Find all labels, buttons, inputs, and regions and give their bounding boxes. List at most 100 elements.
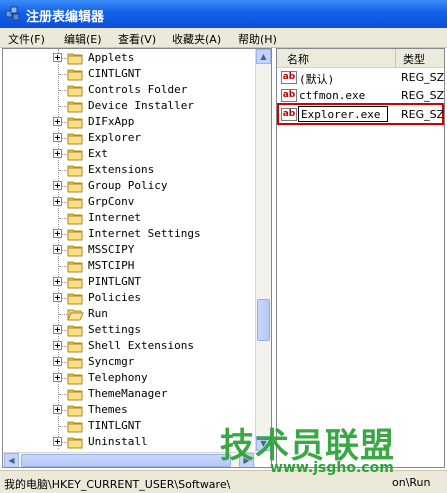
tree-item[interactable]: Extensions <box>3 162 253 178</box>
folder-icon <box>67 325 83 337</box>
tree-item[interactable]: Themes <box>3 402 253 418</box>
tree-item-label: Uninstall <box>88 435 148 448</box>
tree-vertical-scrollbar[interactable]: ▲ ▼ <box>255 49 271 452</box>
tree-item[interactable]: Group Policy <box>3 178 253 194</box>
tree-item[interactable]: Device Installer <box>3 98 253 114</box>
tree-item-label: PINTLGNT <box>88 275 141 288</box>
scroll-left-button[interactable]: ◀ <box>4 453 19 467</box>
column-type-header[interactable]: 类型 <box>403 51 425 67</box>
tree-item[interactable]: Settings <box>3 322 253 338</box>
values-list-pane[interactable]: 名称 类型 ab (默认) REG_SZ ab ctfmon.exe REG_S… <box>276 48 445 468</box>
tree-item[interactable]: Applets <box>3 50 253 66</box>
tree-connector <box>59 218 67 219</box>
expand-plus-icon[interactable] <box>53 245 62 254</box>
tree-item[interactable]: Controls Folder <box>3 82 253 98</box>
tree-item[interactable]: Explorer <box>3 130 253 146</box>
title-bar[interactable]: 注册表编辑器 <box>0 0 447 28</box>
expand-plus-icon[interactable] <box>53 53 62 62</box>
tree-item[interactable]: ThemeManager <box>3 386 253 402</box>
value-name: (默认) <box>299 73 335 86</box>
list-item[interactable]: ab ctfmon.exe REG_SZ <box>277 87 445 104</box>
tree-item-label: Run <box>88 307 108 320</box>
tree-item-label: GrpConv <box>88 195 135 208</box>
tree-item[interactable]: CINTLGNT <box>3 66 253 82</box>
tree-item[interactable]: PINTLGNT <box>3 274 253 290</box>
expand-plus-icon[interactable] <box>53 181 62 190</box>
tree-connector <box>59 394 67 395</box>
menu-favorites[interactable]: 收藏夹(A) <box>172 31 221 47</box>
value-type: REG_SZ <box>401 108 445 121</box>
tree-item[interactable]: TINTLGNT <box>3 418 253 434</box>
string-value-icon: ab <box>281 108 297 121</box>
tree-horizontal-scroll-thumb[interactable] <box>21 454 231 467</box>
folder-icon <box>67 149 83 161</box>
tree-item-label: Settings <box>88 323 141 336</box>
expand-plus-icon[interactable] <box>53 133 62 142</box>
expand-plus-icon[interactable] <box>53 277 62 286</box>
tree-item[interactable]: Shell Extensions <box>3 338 253 354</box>
tree-item[interactable]: Uninstall <box>3 434 253 450</box>
folder-icon <box>67 165 83 177</box>
tree-item[interactable]: Policies <box>3 290 253 306</box>
folder-icon <box>67 117 83 129</box>
tree-connector <box>59 314 67 315</box>
tree-item[interactable]: MSSCIPY <box>3 242 253 258</box>
tree-connector <box>59 266 67 267</box>
tree-item[interactable]: Run <box>3 306 253 322</box>
folder-icon <box>67 101 83 113</box>
tree-item-label: Explorer <box>88 131 141 144</box>
key-tree-pane[interactable]: Applets CINTLGNT Controls Folder Device Ins… <box>2 48 272 468</box>
tree-item-label: Extensions <box>88 163 155 176</box>
expand-plus-icon[interactable] <box>53 229 62 238</box>
menu-help[interactable]: 帮助(H) <box>238 31 277 47</box>
expand-plus-icon[interactable] <box>53 341 62 350</box>
status-path: 我的电脑\HKEY_CURRENT_USER\Software\ <box>4 478 231 491</box>
folder-icon <box>67 229 83 241</box>
expand-plus-icon[interactable] <box>53 373 62 382</box>
expand-plus-icon[interactable] <box>53 117 62 126</box>
folder-icon <box>67 53 83 65</box>
tree-connector <box>59 74 67 75</box>
tree-item[interactable]: MSTCIPH <box>3 258 253 274</box>
folder-icon <box>67 261 83 273</box>
tree-item[interactable]: Internet Settings <box>3 226 253 242</box>
open-folder-icon <box>67 309 84 321</box>
tree-item-label: Themes <box>88 403 128 416</box>
tree-item-label: Shell Extensions <box>88 339 194 352</box>
tree-item-label: ThemeManager <box>88 387 168 400</box>
tree-item[interactable]: DIFxApp <box>3 114 253 130</box>
menu-file[interactable]: 文件(F) <box>8 31 45 47</box>
list-item[interactable]: ab (默认) REG_SZ <box>277 69 445 86</box>
tree-item-label: MSTCIPH <box>88 259 135 272</box>
folder-icon <box>67 341 83 353</box>
tree-item-label: DIFxApp <box>88 115 135 128</box>
tree-vertical-scroll-thumb[interactable] <box>257 299 270 341</box>
tree-item[interactable]: GrpConv <box>3 194 253 210</box>
menu-view[interactable]: 查看(V) <box>118 31 156 47</box>
menu-edit[interactable]: 编辑(E) <box>64 31 102 47</box>
folder-icon <box>67 245 83 257</box>
expand-plus-icon[interactable] <box>53 325 62 334</box>
expand-plus-icon[interactable] <box>53 437 62 446</box>
list-item-editing[interactable]: ab Explorer.exe REG_SZ <box>277 106 445 123</box>
tree-item[interactable]: Internet <box>3 210 253 226</box>
tree-item-label: Applets <box>88 51 135 64</box>
string-value-icon: ab <box>281 71 297 84</box>
tree-horizontal-scrollbar[interactable]: ◀ ▶ <box>3 452 255 467</box>
expand-plus-icon[interactable] <box>53 197 62 206</box>
tree-item[interactable]: Syncmgr <box>3 354 253 370</box>
scroll-up-button[interactable]: ▲ <box>256 49 271 64</box>
expand-plus-icon[interactable] <box>53 293 62 302</box>
tree-item-label: Group Policy <box>88 179 168 192</box>
expand-plus-icon[interactable] <box>53 149 62 158</box>
expand-plus-icon[interactable] <box>53 405 62 414</box>
folder-icon <box>67 213 83 225</box>
tree-item[interactable]: Telephony <box>3 370 253 386</box>
tree-item-label: TINTLGNT <box>88 419 141 432</box>
expand-plus-icon[interactable] <box>53 357 62 366</box>
value-type: REG_SZ <box>401 89 445 102</box>
column-name-header[interactable]: 名称 <box>287 51 309 67</box>
value-type: REG_SZ <box>401 71 445 84</box>
window-title: 注册表编辑器 <box>26 10 105 25</box>
tree-item[interactable]: Ext <box>3 146 253 162</box>
